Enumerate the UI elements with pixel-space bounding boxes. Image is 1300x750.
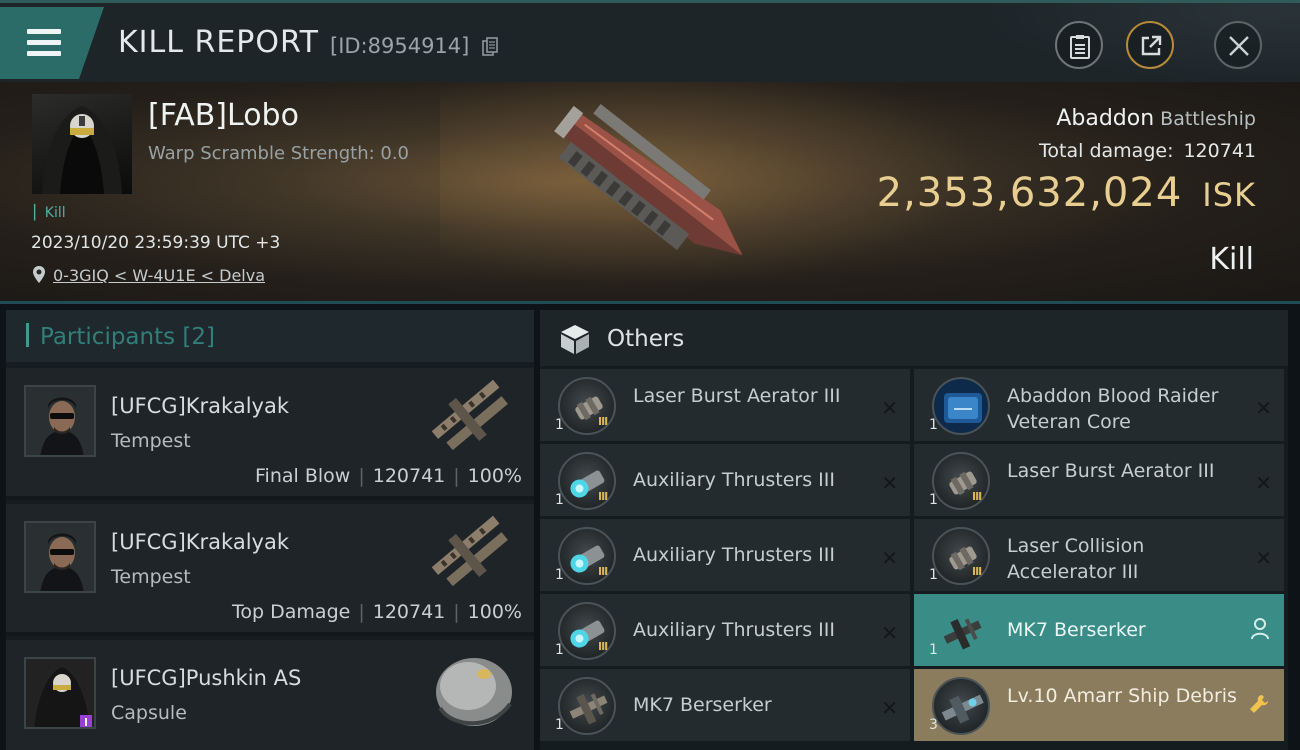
- cargo-box-icon: [561, 325, 589, 354]
- total-damage: Total damage: 120741: [1039, 140, 1256, 162]
- share-button[interactable]: [1126, 21, 1174, 69]
- participant-row[interactable]: [UFCG]Pushkin AS Capsule: [6, 640, 534, 750]
- kill-id: [ID:8954914]: [330, 34, 470, 58]
- remove-icon[interactable]: ✕: [881, 621, 898, 645]
- kill-report-window: KILL REPORT [ID:8954914] [FAB]Lobo Warp …: [0, 0, 1300, 750]
- item-row[interactable]: III 1 Laser Collision Accelerator III ✕: [914, 519, 1284, 591]
- item-row[interactable]: III 1 Auxiliary Thrusters III ✕: [540, 519, 910, 591]
- close-icon: [1229, 36, 1249, 56]
- remove-icon[interactable]: ✕: [1255, 546, 1272, 570]
- clipboard-icon: [1070, 35, 1090, 59]
- isk-value: 2,353,632,024 ISK: [876, 170, 1256, 216]
- kill-tag-small: ▏Kill: [34, 205, 66, 221]
- avatar: [24, 521, 96, 593]
- laser-module-icon: [932, 527, 990, 585]
- page-title: KILL REPORT: [118, 25, 319, 60]
- avatar: [24, 657, 96, 729]
- thruster-module-icon: [558, 527, 616, 585]
- menu-button[interactable]: [0, 7, 104, 79]
- tempest-ship-image: [431, 379, 508, 451]
- thruster-module-icon: [558, 452, 616, 510]
- thruster-module-icon: [558, 602, 616, 660]
- participant-ship: Tempest: [111, 566, 191, 588]
- laser-module-icon: [932, 452, 990, 510]
- item-row[interactable]: III 1 Auxiliary Thrusters III ✕: [540, 444, 910, 516]
- abaddon-ship-image: [554, 104, 743, 256]
- item-row[interactable]: 1 MK7 Berserker ✕: [540, 669, 910, 741]
- kill-location-link[interactable]: 0-3GIQ < W-4U1E < Delva: [53, 266, 265, 285]
- hooded-pilot-avatar-icon: [42, 106, 122, 194]
- participant-damage-stats: Final Blow | 120741 | 100%: [255, 465, 522, 487]
- victim-banner: [FAB]Lobo Warp Scramble Strength: 0.0 ▏K…: [0, 82, 1300, 304]
- remove-icon[interactable]: ✕: [1255, 396, 1272, 420]
- drone-icon: [558, 677, 616, 735]
- result-label: Kill: [1209, 242, 1254, 277]
- item-row[interactable]: 1 Abaddon Blood Raider Veteran Core ✕: [914, 369, 1284, 441]
- victim-name[interactable]: [FAB]Lobo: [148, 98, 299, 133]
- item-row-highlighted[interactable]: 1 MK7 Berserker: [914, 594, 1284, 666]
- remove-icon[interactable]: ✕: [881, 546, 898, 570]
- hamburger-icon: [27, 29, 61, 62]
- participant-row[interactable]: [UFCG]Krakalyak Tempest Top Damage | 12074…: [6, 504, 534, 636]
- remove-icon[interactable]: ✕: [881, 696, 898, 720]
- others-header: Others: [540, 310, 1288, 366]
- person-icon[interactable]: [1250, 618, 1270, 640]
- item-row[interactable]: III 1 Auxiliary Thrusters III ✕: [540, 594, 910, 666]
- participants-panel: Participants [2] [UFCG]Krakalyak Tempest: [6, 310, 534, 750]
- close-button[interactable]: [1214, 21, 1262, 69]
- remove-icon[interactable]: ✕: [881, 396, 898, 420]
- avatar: [24, 385, 96, 457]
- participant-name[interactable]: [UFCG]Krakalyak: [111, 530, 289, 554]
- victim-ship[interactable]: Abaddon Battleship: [1056, 106, 1256, 131]
- clipboard-button[interactable]: [1055, 21, 1103, 69]
- victim-subtitle: Warp Scramble Strength: 0.0: [148, 143, 410, 164]
- capsule-ship-image: [436, 658, 512, 726]
- share-icon: [1141, 35, 1162, 56]
- drone-icon: [932, 602, 990, 660]
- item-row[interactable]: III 1 Laser Burst Aerator III ✕: [914, 444, 1284, 516]
- ship-debris-icon: [932, 677, 990, 735]
- item-row[interactable]: III 1 Laser Burst Aerator III ✕: [540, 369, 910, 441]
- header-bar: KILL REPORT [ID:8954914]: [0, 0, 1300, 85]
- others-panel: Others III 1 Laser Burst Aerator III ✕ I…: [540, 310, 1288, 750]
- item-row-highlighted[interactable]: 3 Lv.10 Amarr Ship Debris: [914, 669, 1284, 741]
- laser-module-icon: [558, 377, 616, 435]
- copy-icon[interactable]: [482, 37, 498, 57]
- participant-name[interactable]: [UFCG]Pushkin AS: [111, 666, 301, 690]
- remove-icon[interactable]: ✕: [1255, 471, 1272, 495]
- kill-datetime: 2023/10/20 23:59:39 UTC +3: [31, 233, 281, 253]
- participant-row[interactable]: [UFCG]Krakalyak Tempest Final Blow | 12074…: [6, 368, 534, 500]
- remove-icon[interactable]: ✕: [881, 471, 898, 495]
- core-module-icon: [932, 377, 990, 435]
- participant-damage-stats: Top Damage | 120741 | 100%: [232, 601, 522, 623]
- participants-header: Participants [2]: [6, 310, 534, 362]
- participant-ship: Capsule: [111, 702, 187, 724]
- participant-ship: Tempest: [111, 430, 191, 452]
- victim-portrait[interactable]: [32, 94, 132, 194]
- tempest-ship-image: [431, 515, 508, 587]
- wrench-icon[interactable]: [1248, 693, 1270, 715]
- location-pin-icon: [33, 266, 45, 283]
- participant-name[interactable]: [UFCG]Krakalyak: [111, 394, 289, 418]
